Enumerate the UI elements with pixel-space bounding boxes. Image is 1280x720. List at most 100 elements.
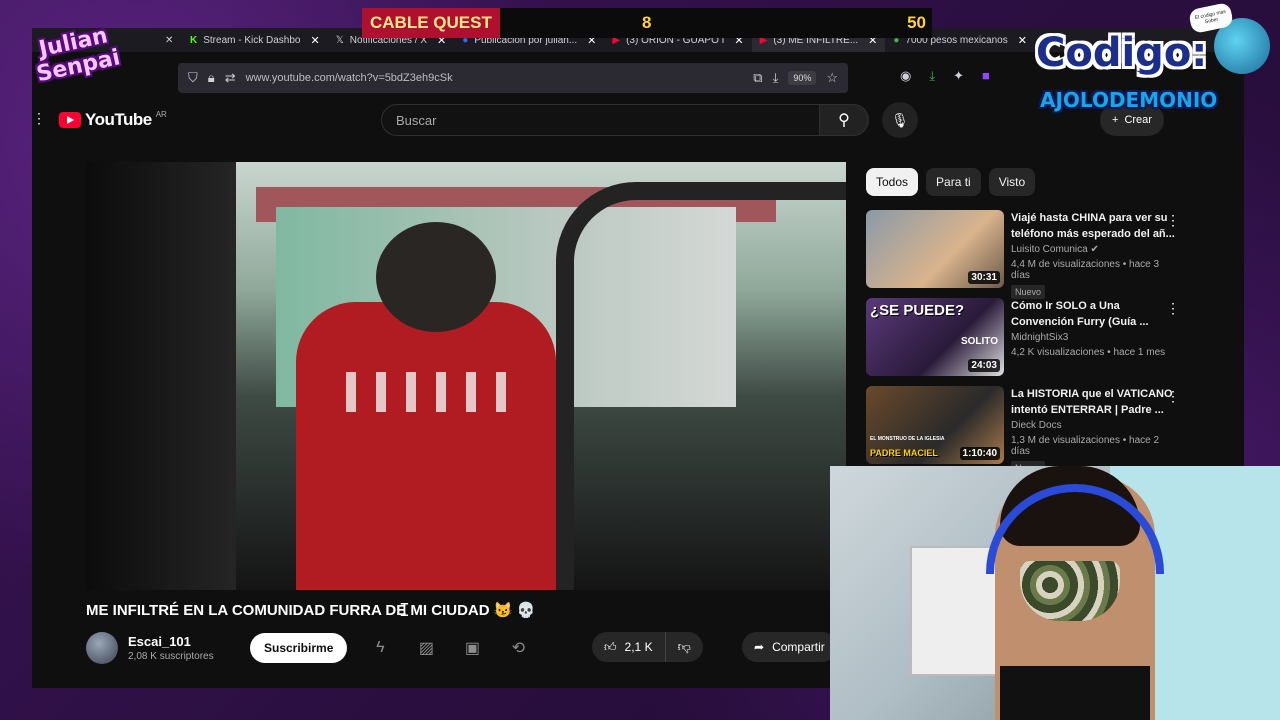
video-title: ME INFILTRÉ EN LA COMUNIDAD FURRA DE MI … xyxy=(86,602,536,619)
person-head-scene xyxy=(376,222,496,332)
lightning-icon[interactable]: ϟ xyxy=(367,639,393,657)
rec-meta: 4,2 K visualizaciones • hace 1 mes xyxy=(1011,347,1166,358)
chip-para-ti[interactable]: Para ti xyxy=(926,168,981,196)
streamer-webcam xyxy=(830,466,1280,720)
extension-icon[interactable]: ✦ xyxy=(953,68,964,84)
car-door-scene xyxy=(556,182,846,590)
rec-info: Cómo Ir SOLO a Una Convención Furry (Guí… xyxy=(1011,298,1179,382)
rec-info: Viajé hasta CHINA para ver su teléfono m… xyxy=(1011,210,1179,299)
camo-mask-scene xyxy=(1020,561,1120,621)
person-red-sweater-scene xyxy=(296,302,556,590)
more-options-icon[interactable]: ⋮ xyxy=(1166,388,1180,405)
thumbs-up-icon: 👍︎ xyxy=(604,639,617,654)
scoreboard-title: CABLE QUEST xyxy=(362,8,500,38)
rec-channel[interactable]: Luisito Comunica ✔ xyxy=(1011,244,1179,255)
x-icon: 𝕏 xyxy=(335,34,344,46)
creator-code-value: AJOLODEMONIO xyxy=(1040,88,1218,112)
rec-title[interactable]: Cómo Ir SOLO a Una Convención Furry (Guí… xyxy=(1011,298,1179,330)
rec-title[interactable]: La HISTORIA que el VATICANO intentó ENTE… xyxy=(1011,386,1179,418)
more-options-icon[interactable]: ⋮ xyxy=(1166,212,1180,229)
filter-chips: Todos Para ti Visto xyxy=(866,168,1036,196)
kick-icon: K xyxy=(190,34,198,46)
thumbnail-caption-extra: SOLITO xyxy=(960,336,998,347)
toolbar-right: ◉ ⤓ ✦ ■ xyxy=(900,68,990,84)
image-icon[interactable]: ▨ xyxy=(413,638,439,658)
more-options-icon[interactable]: ⋮ xyxy=(1166,300,1180,317)
miniplayer-icon[interactable]: ▣ xyxy=(459,638,485,658)
avatar[interactable] xyxy=(86,632,118,664)
channel-info: Escai_101 2,08 K suscriptores xyxy=(128,634,238,662)
close-icon[interactable]: ✕ xyxy=(1018,34,1027,47)
bookmark-star-icon[interactable]: ☆ xyxy=(826,70,838,86)
like-button[interactable]: 👍︎ 2,1 K xyxy=(592,632,666,662)
youtube-play-icon xyxy=(59,112,81,128)
subscribe-button[interactable]: Suscribirme xyxy=(250,633,348,663)
rec-title[interactable]: Viajé hasta CHINA para ver su teléfono m… xyxy=(1011,210,1179,242)
search-input[interactable]: Buscar xyxy=(381,104,819,136)
search-placeholder: Buscar xyxy=(396,112,437,128)
loop-icon[interactable]: ⟲ xyxy=(505,638,531,658)
verified-icon: ✔ xyxy=(1090,244,1099,255)
chip-todos[interactable]: Todos xyxy=(866,168,919,196)
close-icon[interactable]: ✕ xyxy=(311,34,320,47)
thumbnail-caption: PADRE MACIEL xyxy=(870,448,938,458)
scoreboard-left-score: 8 xyxy=(642,13,652,32)
tab-label: Stream - Kick Dashbo xyxy=(203,34,301,46)
recommendations-list: 30:31 Viajé hasta CHINA para ver su telé… xyxy=(866,210,1196,475)
chip-visto[interactable]: Visto xyxy=(988,168,1036,196)
creator-code-label: Codigo: xyxy=(1036,30,1208,76)
shield-icon[interactable]: ⛉ xyxy=(188,70,198,86)
share-button[interactable]: ➦ Compartir xyxy=(742,632,837,662)
like-dislike-group: 👍︎ 2,1 K 👎︎ xyxy=(592,632,703,662)
video-duration: 1:10:40 xyxy=(959,447,1000,460)
microphone-icon: 🎙︎ xyxy=(891,111,909,128)
url-text[interactable]: www.youtube.com/watch?v=5bdZ3eh9cSk xyxy=(246,72,744,84)
sweater-pattern-scene xyxy=(346,372,526,412)
menu-icon[interactable]: ⋮ xyxy=(32,110,46,127)
video-duration: 24:03 xyxy=(968,359,1000,372)
download-page-icon[interactable]: ⤓ xyxy=(773,70,779,86)
car-interior-scene xyxy=(86,162,236,590)
video-thumbnail[interactable]: 30:31 xyxy=(866,210,1004,288)
list-item[interactable]: ¿SE PUEDE? SOLITO 24:03 Cómo Ir SOLO a U… xyxy=(866,298,1196,382)
search-button[interactable]: ⚲ xyxy=(819,104,869,136)
scoreboard: CABLE QUEST 8 50 xyxy=(362,8,932,38)
thumbnail-caption-small: EL MONSTRUO DE LA IGLESIA xyxy=(870,436,945,442)
dislike-button[interactable]: 👎︎ xyxy=(666,632,703,662)
picture-in-picture-icon[interactable]: ⧉ xyxy=(753,70,762,86)
rec-meta: 1,3 M de visualizaciones • hace 2 días xyxy=(1011,435,1160,457)
video-player[interactable] xyxy=(86,162,846,590)
text-cursor-icon: I xyxy=(399,600,410,621)
video-duration: 30:31 xyxy=(968,271,1000,284)
rec-meta: 4,4 M de visualizaciones • hace 3 días xyxy=(1011,259,1160,281)
list-item[interactable]: PADRE MACIEL EL MONSTRUO DE LA IGLESIA 1… xyxy=(866,386,1196,475)
address-bar[interactable]: ⛉ 🔒︎ ⇄ www.youtube.com/watch?v=5bdZ3eh9c… xyxy=(178,63,848,93)
country-code: AR xyxy=(155,109,167,119)
video-thumbnail[interactable]: PADRE MACIEL EL MONSTRUO DE LA IGLESIA 1… xyxy=(866,386,1004,464)
scoreboard-right-score: 50 xyxy=(907,13,926,32)
share-icon: ➦ xyxy=(754,640,765,654)
thumbs-down-icon: 👎︎ xyxy=(677,639,691,654)
screenshot-icon[interactable]: ◉ xyxy=(900,68,911,84)
new-badge: Nuevo xyxy=(1011,285,1046,299)
lock-icon[interactable]: 🔒︎ xyxy=(208,70,215,86)
extension-twitch-icon[interactable]: ■ xyxy=(982,68,990,84)
zoom-level[interactable]: 90% xyxy=(788,71,817,85)
rec-channel[interactable]: Dieck Docs xyxy=(1011,420,1179,431)
permissions-icon[interactable]: ⇄ xyxy=(225,70,236,86)
list-item[interactable]: 30:31 Viajé hasta CHINA para ver su telé… xyxy=(866,210,1196,299)
rec-info: La HISTORIA que el VATICANO intentó ENTE… xyxy=(1011,386,1179,475)
share-label: Compartir xyxy=(772,640,825,654)
video-thumbnail[interactable]: ¿SE PUEDE? SOLITO 24:03 xyxy=(866,298,1004,376)
rec-channel[interactable]: MidnightSix3 xyxy=(1011,332,1179,343)
channel-name[interactable]: Escai_101 xyxy=(128,634,238,649)
webcam-top-scene xyxy=(1000,666,1150,720)
youtube-logo[interactable]: YouTube AR xyxy=(59,110,167,130)
channel-row: Escai_101 2,08 K suscriptores Suscribirm… xyxy=(86,630,846,666)
tab-kick-dashboard[interactable]: K Stream - Kick Dashbo ✕ xyxy=(182,28,328,52)
voice-search-button[interactable]: 🎙︎ xyxy=(882,102,918,138)
downloads-icon[interactable]: ⤓ xyxy=(929,68,935,84)
search-icon: ⚲ xyxy=(838,112,850,129)
close-icon[interactable]: ✕ xyxy=(165,35,173,46)
youtube-wordmark: YouTube xyxy=(85,110,152,129)
